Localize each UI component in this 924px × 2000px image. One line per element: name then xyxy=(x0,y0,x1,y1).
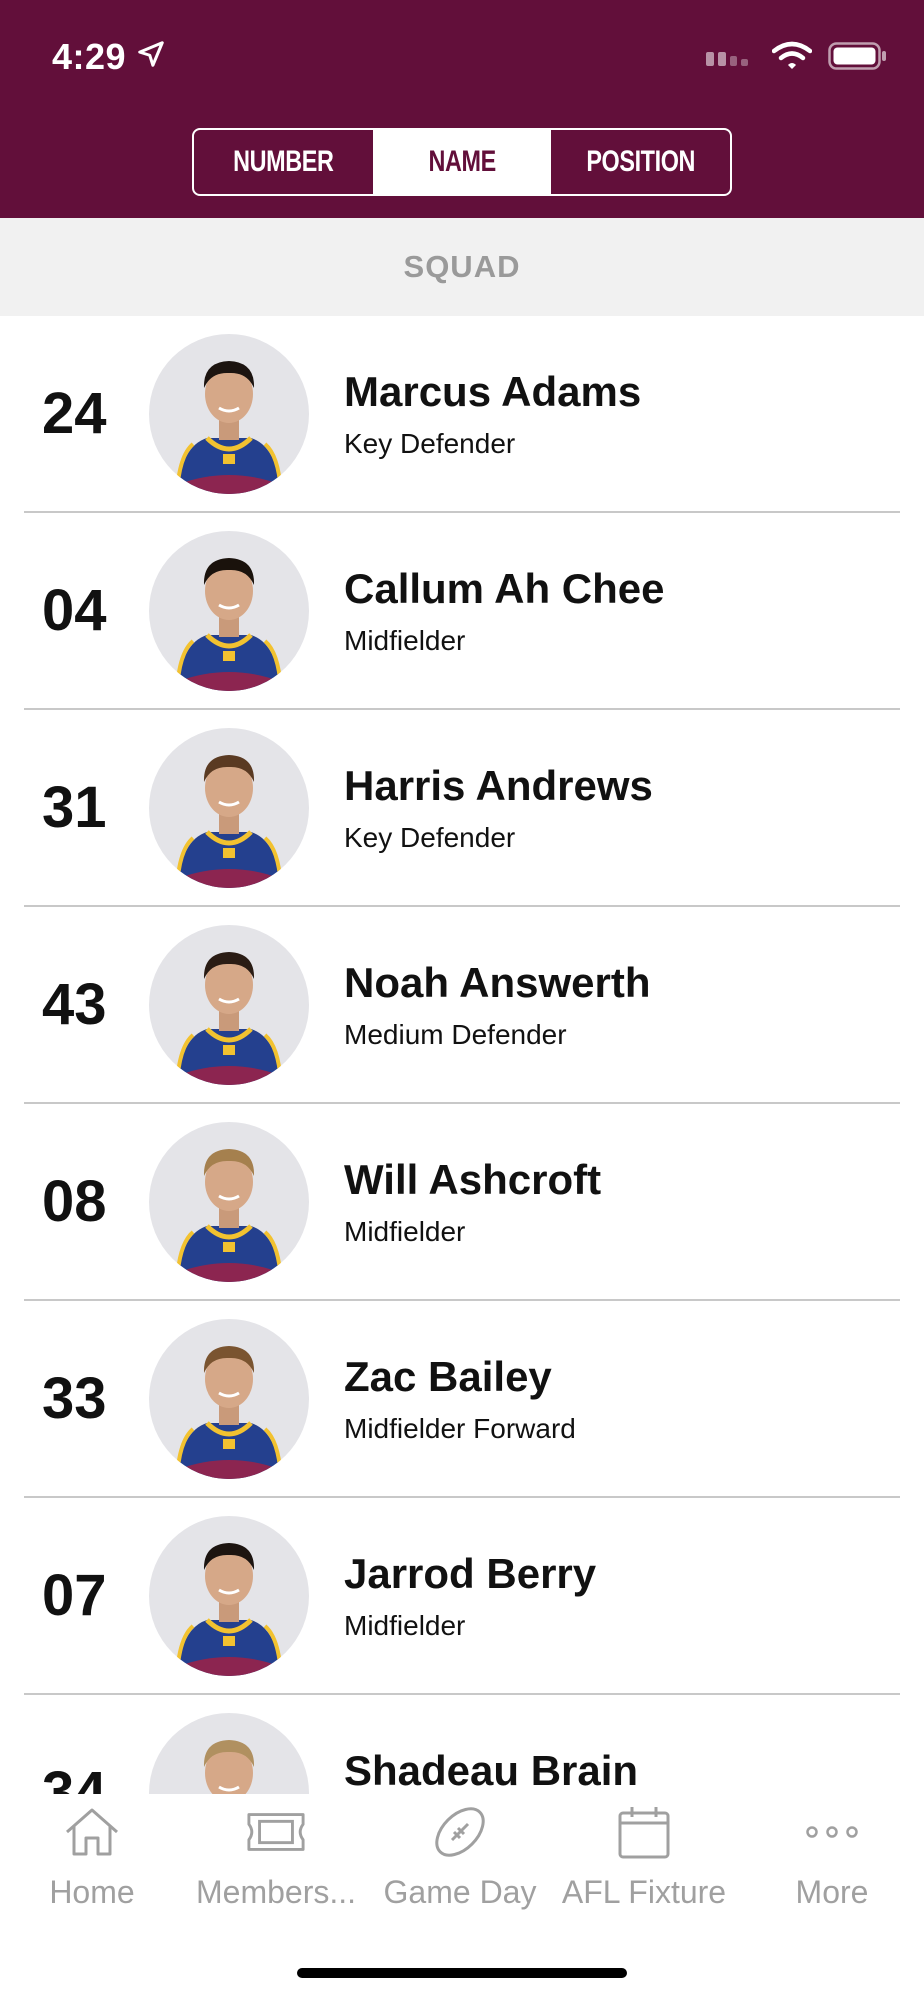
player-avatar xyxy=(149,728,309,888)
section-header: SQUAD xyxy=(0,218,924,316)
home-indicator xyxy=(297,1968,627,1978)
player-avatar xyxy=(149,531,309,691)
calendar-icon xyxy=(614,1804,674,1860)
player-number: 24 xyxy=(42,381,107,446)
player-name: Noah Answerth xyxy=(344,959,651,1006)
player-number: 43 xyxy=(42,972,107,1037)
player-row[interactable]: 04 Callum Ah Chee Midfielder xyxy=(24,513,900,710)
sort-by-name-label: NAME xyxy=(428,145,496,178)
player-position: Key Defender xyxy=(344,822,516,853)
top-header: 4:29 NUMBER NAME POSITION xyxy=(0,0,924,218)
player-position: Midfielder xyxy=(344,625,466,656)
player-number: 08 xyxy=(42,1169,107,1234)
player-row[interactable]: 07 Jarrod Berry Midfielder xyxy=(24,1498,900,1695)
location-arrow-icon xyxy=(136,36,166,78)
status-bar-time: 4:29 xyxy=(52,34,166,80)
player-name: Harris Andrews xyxy=(344,762,653,809)
more-icon xyxy=(802,1804,862,1860)
tab-afl-fixture[interactable]: AFL Fixture xyxy=(552,1804,736,1914)
player-row[interactable]: 43 Noah Answerth Medium Defender xyxy=(24,907,900,1104)
player-position: Key Defender xyxy=(344,428,516,459)
football-icon xyxy=(430,1804,490,1860)
tab-afl-fixture-label: AFL Fixture xyxy=(561,1874,727,1910)
signal-icon xyxy=(706,46,756,71)
sort-by-position-tab[interactable]: POSITION xyxy=(551,130,730,194)
player-number: 07 xyxy=(42,1563,107,1628)
player-row[interactable]: 08 Will Ashcroft Midfielder xyxy=(24,1104,900,1301)
player-row[interactable]: 34 Shadeau Brain xyxy=(24,1695,900,1794)
sort-by-name-tab[interactable]: NAME xyxy=(372,130,552,194)
player-list[interactable]: 24 Marcus Adams Key Defender 04 Callum Ah Ch… xyxy=(0,316,924,1794)
player-avatar xyxy=(149,1713,309,1794)
sort-by-number-tab[interactable]: NUMBER xyxy=(194,130,373,194)
player-name: Zac Bailey xyxy=(344,1353,552,1400)
player-number: 33 xyxy=(42,1366,107,1431)
player-avatar xyxy=(149,925,309,1085)
tab-members-label: Members... xyxy=(195,1874,357,1910)
player-position: Midfielder xyxy=(344,1216,466,1247)
wifi-icon xyxy=(771,41,813,76)
player-row[interactable]: 33 Zac Bailey Midfielder Forward xyxy=(24,1301,900,1498)
player-name: Will Ashcroft xyxy=(344,1156,602,1203)
sort-by-position-label: POSITION xyxy=(586,145,696,178)
sort-segmented-control: NUMBER NAME POSITION xyxy=(192,128,732,196)
player-name: Shadeau Brain xyxy=(344,1747,639,1794)
player-avatar xyxy=(149,1516,309,1676)
time-text: 4:29 xyxy=(52,36,127,77)
tab-game-day-label: Game Day xyxy=(383,1874,537,1910)
status-bar-indicators xyxy=(706,40,888,76)
player-number: 34 xyxy=(42,1760,107,1794)
tab-more[interactable]: More xyxy=(740,1804,924,1914)
player-row[interactable]: 31 Harris Andrews Key Defender xyxy=(24,710,900,907)
battery-icon xyxy=(828,41,888,76)
player-name: Marcus Adams xyxy=(344,368,642,415)
tab-more-label: More xyxy=(795,1874,869,1910)
section-title: SQUAD xyxy=(403,249,521,284)
player-number: 31 xyxy=(42,775,107,840)
player-name: Callum Ah Chee xyxy=(344,565,665,612)
tab-members[interactable]: Members... xyxy=(184,1804,368,1914)
home-icon xyxy=(62,1804,122,1860)
player-row[interactable]: 24 Marcus Adams Key Defender xyxy=(24,316,900,513)
player-avatar xyxy=(149,334,309,494)
ticket-icon xyxy=(246,1804,306,1860)
tab-game-day[interactable]: Game Day xyxy=(368,1804,552,1914)
player-number: 04 xyxy=(42,578,107,643)
player-position: Midfielder Forward xyxy=(344,1413,576,1444)
player-position: Medium Defender xyxy=(344,1019,567,1050)
player-name: Jarrod Berry xyxy=(344,1550,597,1597)
player-avatar xyxy=(149,1122,309,1282)
sort-by-number-label: NUMBER xyxy=(233,145,334,178)
player-position: Midfielder xyxy=(344,1610,466,1641)
tab-home-label: Home xyxy=(49,1874,135,1910)
tab-home[interactable]: Home xyxy=(0,1804,184,1914)
player-avatar xyxy=(149,1319,309,1479)
